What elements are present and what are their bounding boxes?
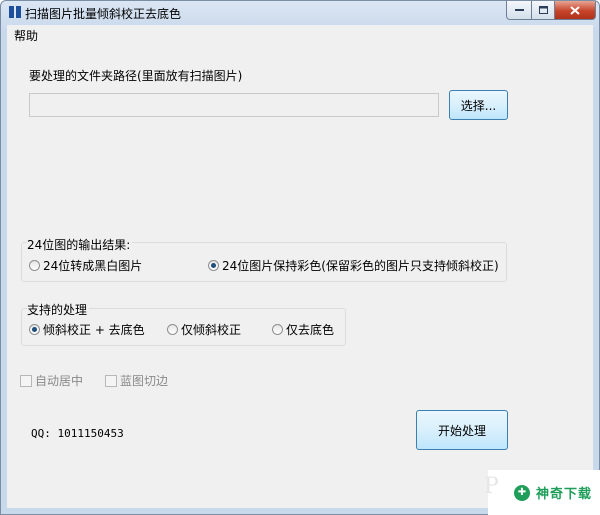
output-24bit-label: 24位图的输出结果: — [27, 236, 133, 253]
watermark-letter: P — [484, 474, 499, 499]
radio-deskew-remove-bg[interactable]: 倾斜校正 + 去底色 — [29, 321, 145, 338]
checkbox-auto-center[interactable]: 自动居中 — [20, 372, 83, 389]
watermark: P ✚ 神奇下载 — [484, 470, 600, 515]
title-bar[interactable]: 扫描图片批量倾斜校正去底色 — [1, 1, 599, 23]
radio-deskew-only-label: 仅倾斜校正 — [181, 323, 242, 337]
radio-bw-label: 24位转成黑白图片 — [43, 259, 143, 273]
checkbox-blue-crop[interactable]: 蓝图切边 — [105, 372, 168, 389]
close-button[interactable] — [554, 1, 596, 20]
radio-keep-color-label: 24位图片保持彩色(保留彩色的图片只支持倾斜校正) — [222, 259, 499, 273]
radio-bw[interactable]: 24位转成黑白图片 — [29, 257, 142, 274]
checkbox-blue-crop-box — [105, 374, 117, 387]
close-icon — [570, 5, 580, 15]
radio-bw-dot — [29, 260, 40, 271]
menu-bar: 帮助 — [7, 25, 593, 44]
folder-path-label: 要处理的文件夹路径(里面放有扫描图片) — [29, 69, 243, 83]
processing-label: 支持的处理 — [27, 301, 90, 318]
window-title: 扫描图片批量倾斜校正去底色 — [25, 7, 182, 21]
maximize-icon — [538, 6, 548, 14]
select-folder-button[interactable]: 选择... — [449, 90, 508, 120]
radio-remove-bg-only-dot — [272, 324, 283, 335]
radio-keep-color[interactable]: 24位图片保持彩色(保留彩色的图片只支持倾斜校正) — [208, 257, 499, 274]
watermark-text: 神奇下载 — [536, 487, 593, 502]
checkbox-auto-center-label: 自动居中 — [35, 374, 84, 388]
main-window: 扫描图片批量倾斜校正去底色 帮助 要处理的文件夹路径(里面放有扫描图片) 选择.… — [0, 0, 600, 515]
radio-keep-color-dot — [208, 260, 219, 271]
radio-deskew-only[interactable]: 仅倾斜校正 — [167, 321, 241, 338]
maximize-button[interactable] — [531, 1, 555, 20]
menu-help[interactable]: 帮助 — [14, 27, 38, 44]
watermark-logo-icon: ✚ — [514, 484, 530, 501]
client-area: 要处理的文件夹路径(里面放有扫描图片) 选择... 24位图的输出结果: 24位… — [7, 43, 593, 508]
app-book-icon — [9, 6, 21, 18]
radio-deskew-only-dot — [167, 324, 178, 335]
minimize-button[interactable] — [506, 1, 532, 20]
folder-path-input[interactable] — [29, 93, 439, 117]
radio-deskew-remove-bg-dot — [29, 324, 40, 335]
radio-remove-bg-only-label: 仅去底色 — [286, 323, 335, 337]
radio-deskew-remove-bg-label: 倾斜校正 + 去底色 — [43, 323, 145, 337]
checkbox-auto-center-box — [20, 374, 32, 387]
minimize-icon — [514, 9, 524, 11]
radio-remove-bg-only[interactable]: 仅去底色 — [272, 321, 334, 338]
start-process-button[interactable]: 开始处理 — [416, 410, 508, 450]
qq-number: QQ: 1011150453 — [31, 427, 124, 440]
checkbox-blue-crop-label: 蓝图切边 — [120, 374, 169, 388]
